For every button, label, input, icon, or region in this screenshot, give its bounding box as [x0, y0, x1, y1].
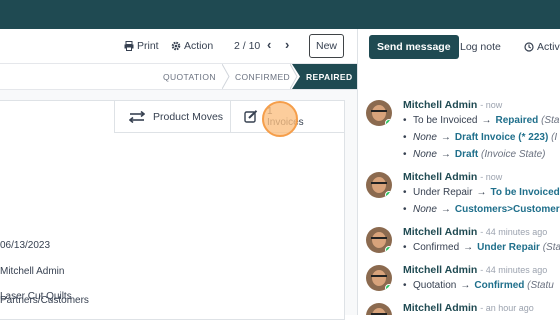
printer-icon	[124, 41, 134, 51]
old-value: Confirmed	[413, 242, 460, 253]
product-moves-label: Product Moves	[153, 110, 224, 123]
clock-icon	[524, 42, 534, 52]
transfer-arrows-icon	[129, 110, 145, 123]
form-view: Print Action 2 / 10 ‹ › New QUOTATION CO…	[0, 29, 357, 320]
field-name: (I	[551, 132, 558, 143]
arrow-right-icon: →	[481, 115, 492, 126]
online-status-icon	[385, 119, 392, 126]
new-value: Repaired	[495, 115, 539, 126]
date-field[interactable]: 06/13/2023	[0, 240, 50, 251]
tracking-line: • Confirmed → Under Repair (Sta	[403, 242, 560, 253]
message-author[interactable]: Mitchell Admin	[403, 226, 477, 238]
message-author[interactable]: Mitchell Admin	[403, 264, 477, 276]
online-status-icon	[385, 284, 392, 291]
online-status-icon	[385, 191, 392, 198]
click-highlight	[262, 101, 298, 137]
message-time: - now	[480, 172, 503, 182]
message-time: - 44 minutes ago	[480, 265, 548, 275]
old-value: Quotation	[413, 280, 457, 291]
message-author[interactable]: Mitchell Admin	[403, 99, 477, 111]
message-time: - an hour ago	[480, 303, 534, 313]
product-moves-button[interactable]: Product Moves	[114, 101, 230, 133]
responsible-field[interactable]: Mitchell Admin	[0, 266, 64, 277]
old-value: None	[413, 132, 437, 143]
stage-quotation[interactable]: QUOTATION	[163, 64, 216, 89]
old-value: None	[413, 149, 437, 160]
old-value: To be Invoiced	[413, 115, 478, 126]
message-time: - now	[480, 100, 503, 110]
tracking-line: • To be Invoiced → Repaired (Sta	[403, 115, 560, 126]
field-name: (Sta	[542, 242, 560, 253]
arrow-right-icon: →	[440, 204, 451, 215]
new-button[interactable]: New	[309, 34, 344, 58]
field-name: (Sta	[541, 115, 560, 126]
new-value: To be Invoiced	[490, 187, 560, 198]
stage-confirmed[interactable]: CONFIRMED	[235, 64, 290, 89]
arrow-right-icon: →	[440, 149, 451, 160]
new-value: Draft Invoice (* 223)	[454, 132, 549, 143]
edit-icon	[244, 110, 258, 123]
tracking-line: • Under Repair → To be Invoiced	[403, 187, 560, 198]
old-value: None	[413, 204, 437, 215]
new-value: Under Repair	[477, 242, 540, 253]
chatter-panel: Send message Log note Activi Mitchell Ad…	[358, 29, 560, 315]
top-navbar	[0, 0, 560, 29]
pager-previous-icon[interactable]: ‹	[267, 37, 271, 52]
avatar	[366, 227, 392, 253]
avatar	[366, 265, 392, 291]
log-note-button[interactable]: Log note	[460, 35, 501, 59]
arrow-right-icon: →	[440, 132, 451, 143]
online-status-icon	[385, 246, 392, 253]
print-label: Print	[137, 40, 159, 52]
tracking-line: • None → Draft Invoice (* 223) (I	[403, 132, 558, 143]
pager-value[interactable]: 2 / 10	[234, 40, 260, 52]
print-button[interactable]: Print	[124, 40, 159, 52]
avatar	[366, 303, 392, 315]
avatar	[366, 172, 392, 198]
new-value: Confirmed	[474, 280, 525, 291]
field-name: (Invoice State)	[481, 149, 546, 160]
activities-label: Activi	[537, 41, 560, 53]
send-message-button[interactable]: Send message	[369, 35, 459, 59]
tracking-line: • None → Draft (Invoice State)	[403, 149, 546, 160]
gear-icon	[171, 41, 181, 51]
avatar	[366, 100, 392, 126]
message-author[interactable]: Mitchell Admin	[403, 171, 477, 183]
arrow-right-icon: →	[476, 187, 487, 198]
old-value: Under Repair	[413, 187, 473, 198]
new-value: Customers>Customers	[454, 204, 560, 215]
control-panel: Print Action 2 / 10 ‹ › New	[0, 29, 357, 63]
pager-next-icon[interactable]: ›	[285, 37, 289, 52]
stage-separator	[222, 64, 230, 89]
message-time: - 44 minutes ago	[480, 227, 548, 237]
activities-button[interactable]: Activi	[524, 35, 560, 59]
field-name: (Statu	[527, 280, 554, 291]
message-author[interactable]: Mitchell Admin	[403, 302, 477, 314]
new-value: Draft	[454, 149, 479, 160]
product-field[interactable]: Laser Cut Quilts	[0, 291, 72, 302]
status-bar: QUOTATION CONFIRMED REPAIRED	[0, 63, 357, 90]
arrow-right-icon: →	[463, 242, 474, 253]
action-label: Action	[184, 40, 214, 52]
stage-repaired[interactable]: REPAIRED	[292, 64, 357, 89]
tracking-line: • Quotation → Confirmed (Statu	[403, 280, 554, 291]
action-button[interactable]: Action	[171, 40, 213, 52]
form-sheet: Product Moves 1 Invoices 06/13/2023 Mitc…	[0, 100, 345, 320]
arrow-right-icon: →	[460, 280, 471, 291]
tracking-line: • None → Customers>Customers	[403, 204, 560, 215]
